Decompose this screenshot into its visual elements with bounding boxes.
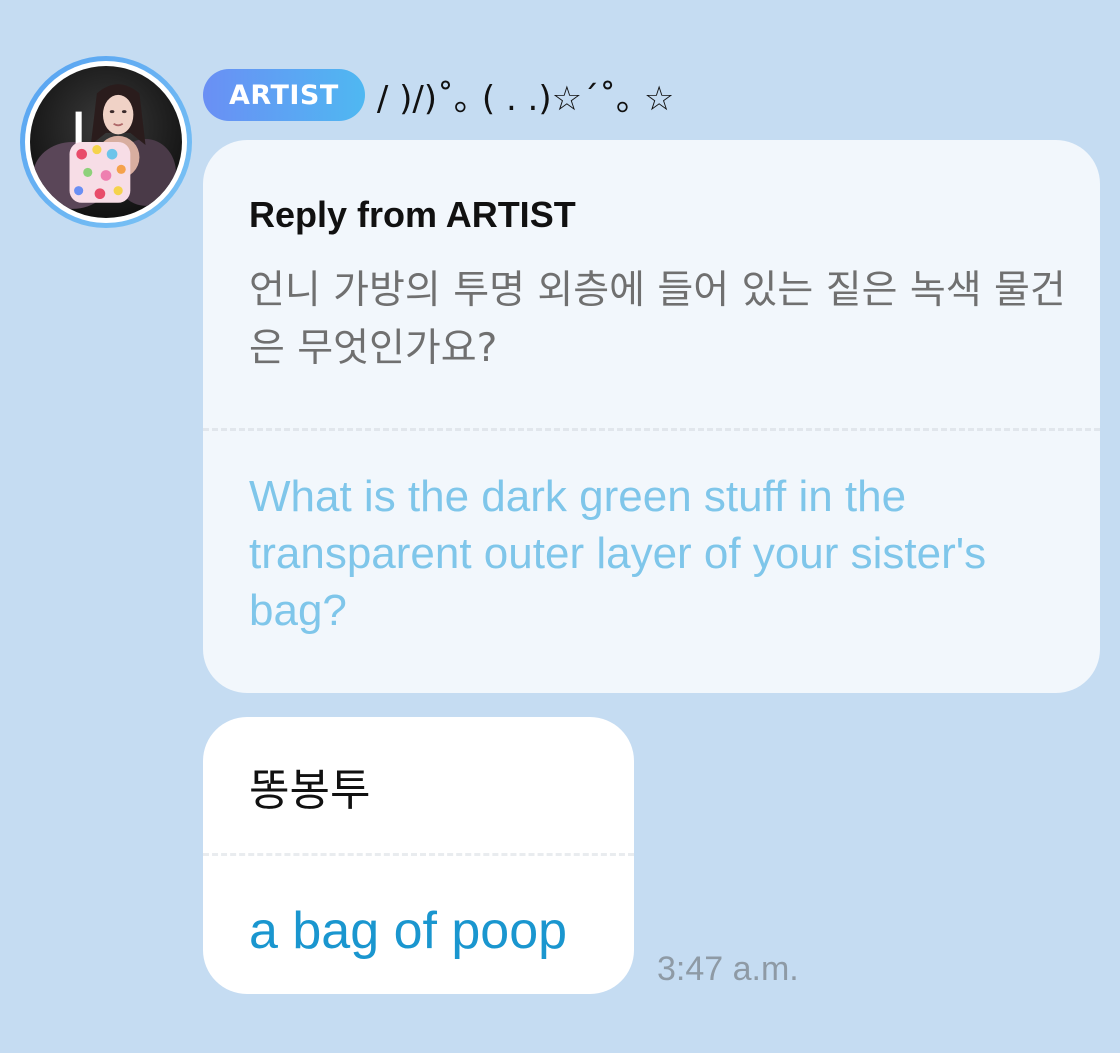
- reply-title: Reply from ARTIST: [249, 194, 576, 235]
- reply-card[interactable]: Reply from ARTIST 언니 가방의 투명 외층에 들어 있는 짙은…: [203, 140, 1100, 693]
- avatar-ring: [25, 61, 187, 223]
- artist-avatar[interactable]: [20, 56, 192, 228]
- message-original-text: 똥봉투: [249, 765, 371, 816]
- reply-divider: [203, 428, 1100, 431]
- avatar-photo-icon: [30, 66, 182, 218]
- message-header: ARTIST / )/)˚｡ ( . .)☆´˚｡ ☆: [203, 68, 674, 122]
- message-timestamp: 3:47 a.m.: [657, 950, 799, 988]
- reply-translation-text: What is the dark green stuff in the tran…: [249, 472, 987, 635]
- message-divider: [203, 853, 634, 856]
- artist-display-name[interactable]: / )/)˚｡ ( . .)☆´˚｡ ☆: [377, 71, 675, 120]
- message-bubble[interactable]: 똥봉투 a bag of poop: [203, 717, 634, 994]
- message-translation-text: a bag of poop: [249, 902, 568, 960]
- reply-original-text: 언니 가방의 투명 외층에 들어 있는 짙은 녹색 물건은 무엇인가요?: [249, 268, 1066, 371]
- artist-badge: ARTIST: [203, 69, 365, 121]
